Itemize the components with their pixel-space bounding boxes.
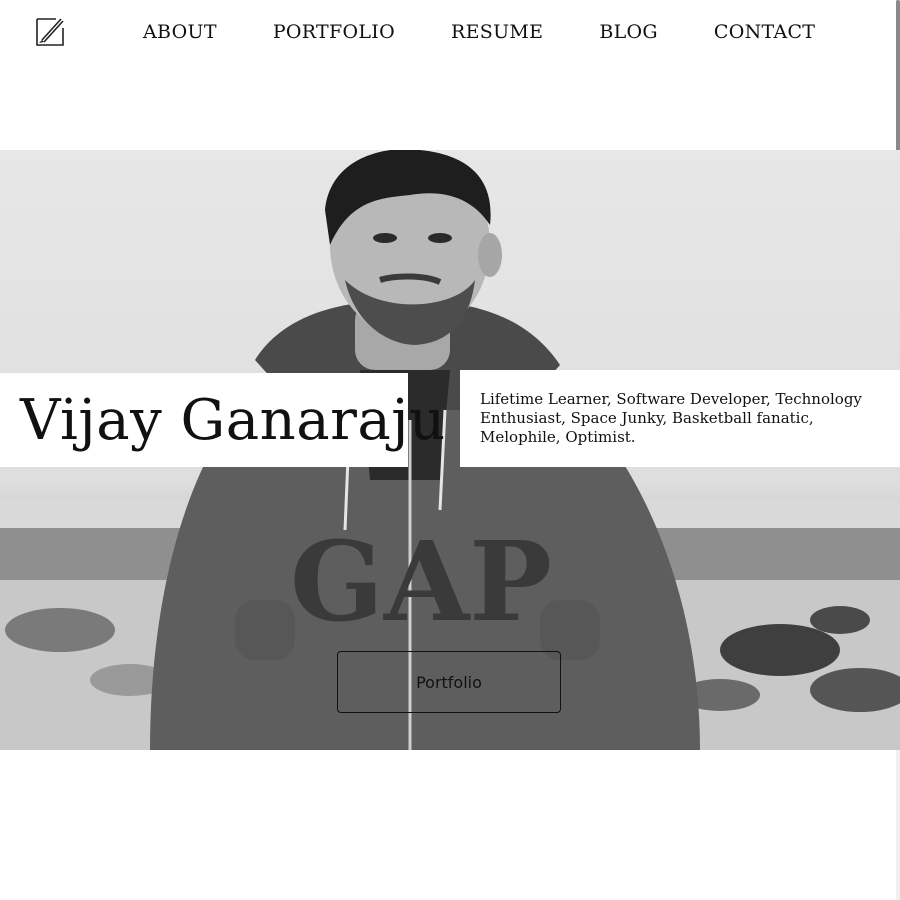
site-header: ABOUT PORTFOLIO RESUME BLOG CONTACT: [0, 0, 896, 64]
main-nav: ABOUT PORTFOLIO RESUME BLOG CONTACT: [143, 20, 871, 44]
nav-contact[interactable]: CONTACT: [714, 20, 815, 44]
hero-name: Vijay Ganaraju: [20, 388, 446, 453]
shirt-gap-text: GAP: [290, 517, 552, 646]
nav-resume[interactable]: RESUME: [451, 20, 543, 44]
portfolio-button[interactable]: Portfolio: [337, 651, 561, 713]
hero-tagline: Lifetime Learner, Software Developer, Te…: [480, 390, 862, 446]
nav-about[interactable]: ABOUT: [143, 20, 217, 44]
pen-square-icon[interactable]: [34, 16, 66, 48]
nav-blog[interactable]: BLOG: [599, 20, 658, 44]
nav-portfolio[interactable]: PORTFOLIO: [273, 20, 395, 44]
